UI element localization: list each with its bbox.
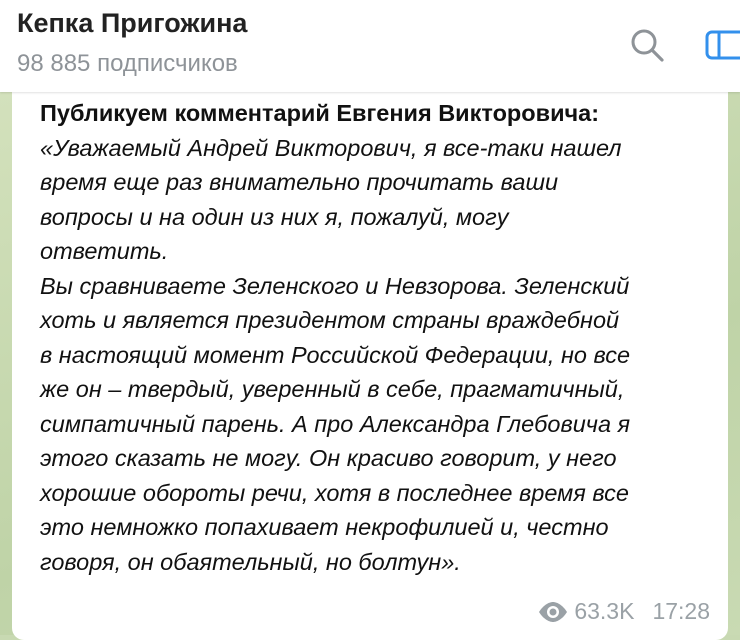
post-line: симпатичный парень. А про Александра Гле… [40,410,631,437]
post-line: же он – твердый, уверенный в себе, прагм… [40,376,625,402]
message-meta: 63.3K 17:28 [538,598,710,625]
post-line: вопросы и на один из них я, пожалуй, мог… [40,203,509,230]
post-line: время еще раз внимательно прочитать ваши [40,169,559,195]
post-line: Вы сравниваете Зеленского и Невзорова. З… [40,272,630,299]
search-icon[interactable] [628,26,666,64]
sidebar-toggle-icon[interactable] [704,28,740,62]
post-line: говоря, он обаятельный, но болтун». [40,548,461,575]
eye-icon [539,601,568,622]
view-count: 63.3K [574,598,635,624]
post-headline: Публикуем комментарий Евгения Викторович… [40,100,600,126]
post-line: в настоящий момент Российской Федерации,… [40,341,631,368]
message-bubble[interactable]: Публикуем комментарий Евгения Викторович… [12,92,728,640]
channel-title[interactable]: Кепка Пригожина [17,8,247,39]
post-line: хорошие обороты речи, хотя в последнее в… [40,479,629,506]
post-line: это немножко попахивает некрофилией и, ч… [40,514,609,540]
message-time: 17:28 [652,598,710,624]
channel-header: Кепка Пригожина 98 885 подписчиков [0,0,740,92]
post-line: этого сказать не могу. Он красиво говори… [40,445,617,471]
post-line: ответить. [40,238,169,264]
post-line: «Уважаемый Андрей Викторович, я все-таки… [40,134,622,161]
subscriber-count: 98 885 подписчиков [17,50,238,77]
post-text: Публикуем комментарий Евгения Викторович… [40,96,720,579]
post-line: хоть и является президентом страны вражд… [40,307,620,333]
